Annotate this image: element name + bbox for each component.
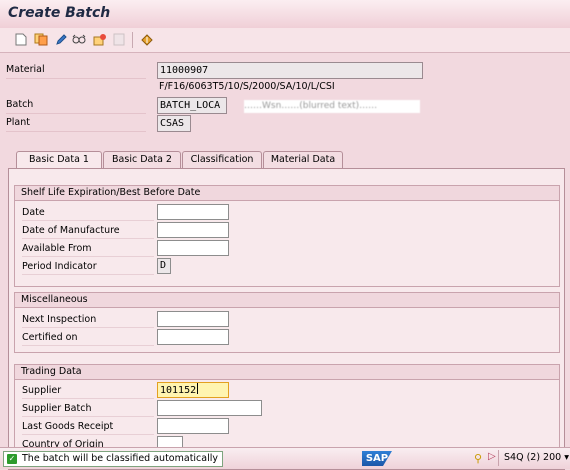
material-label: Material — [6, 62, 146, 79]
tab-material-data[interactable]: Material Data — [263, 151, 343, 168]
trading-data-group-title: Trading Data — [15, 365, 559, 380]
tab-basic-data-2[interactable]: Basic Data 2 — [103, 151, 181, 168]
window-title: Create Batch — [8, 5, 111, 21]
certified-on-field[interactable] — [157, 329, 229, 345]
next-inspection-label: Next Inspection — [22, 312, 154, 328]
supplier-batch-field[interactable] — [157, 400, 262, 416]
supplier-batch-label: Supplier Batch — [22, 401, 154, 417]
copy-icon[interactable] — [34, 32, 48, 46]
last-goods-receipt-label: Last Goods Receipt — [22, 419, 154, 435]
period-indicator-label: Period Indicator — [22, 259, 154, 275]
status-separator — [498, 450, 499, 466]
title-bar: Create Batch — [0, 0, 570, 28]
miscellaneous-group-title: Miscellaneous — [15, 293, 559, 308]
date-label: Date — [22, 205, 154, 221]
sap-logo: SAP — [362, 451, 392, 466]
success-check-icon: ✓ — [7, 454, 17, 464]
batch-field[interactable]: BATCH_LOCA — [157, 97, 227, 114]
plant-field[interactable]: CSAS — [157, 115, 191, 132]
new-document-icon[interactable] — [14, 32, 28, 46]
last-goods-receipt-field[interactable] — [157, 418, 229, 434]
classification-icon[interactable] — [93, 32, 107, 46]
batch-label: Batch — [6, 97, 146, 114]
available-from-field[interactable] — [157, 240, 229, 256]
application-toolbar — [0, 28, 570, 53]
date-of-manufacture-field[interactable] — [157, 222, 229, 238]
chevron-down-icon: ▾ — [564, 452, 569, 463]
material-field[interactable]: 11000907 — [157, 62, 423, 79]
status-message-box[interactable]: ✓ The batch will be classified automatic… — [3, 451, 223, 467]
shelf-life-group-title: Shelf Life Expiration/Best Before Date — [15, 186, 559, 201]
text-caret — [197, 383, 199, 394]
play-triangle-icon[interactable]: ▷ — [488, 451, 496, 462]
supplier-value: 101152 — [160, 385, 197, 396]
supplier-field[interactable]: 101152 — [157, 382, 229, 398]
system-info[interactable]: S4Q (2) 200 ▾ — [504, 451, 569, 465]
certified-on-label: Certified on — [22, 330, 154, 346]
material-description: F/F16/6063T5/10/S/2000/SA/10/L/CSI — [159, 81, 335, 92]
next-inspection-field[interactable] — [157, 311, 229, 327]
status-bar: ✓ The batch will be classified automatic… — [0, 447, 570, 469]
other-batch-icon[interactable] — [112, 32, 126, 46]
status-message: The batch will be classified automatical… — [22, 453, 218, 464]
back-icon[interactable] — [140, 32, 154, 46]
available-from-label: Available From — [22, 241, 154, 257]
batch-description: ……Wsn……(blurred text)…… — [244, 100, 420, 113]
tab-classification[interactable]: Classification — [182, 151, 262, 168]
date-field[interactable] — [157, 204, 229, 220]
toolbar-separator — [132, 32, 133, 48]
date-of-manufacture-label: Date of Manufacture — [22, 223, 154, 239]
edit-pencil-icon[interactable] — [54, 32, 68, 46]
help-icon[interactable]: ⚲ — [474, 452, 482, 465]
glasses-icon[interactable] — [72, 32, 86, 46]
period-indicator-field[interactable]: D — [157, 258, 171, 274]
supplier-label: Supplier — [22, 383, 154, 399]
system-info-text: S4Q (2) 200 — [504, 452, 562, 463]
plant-label: Plant — [6, 115, 146, 132]
